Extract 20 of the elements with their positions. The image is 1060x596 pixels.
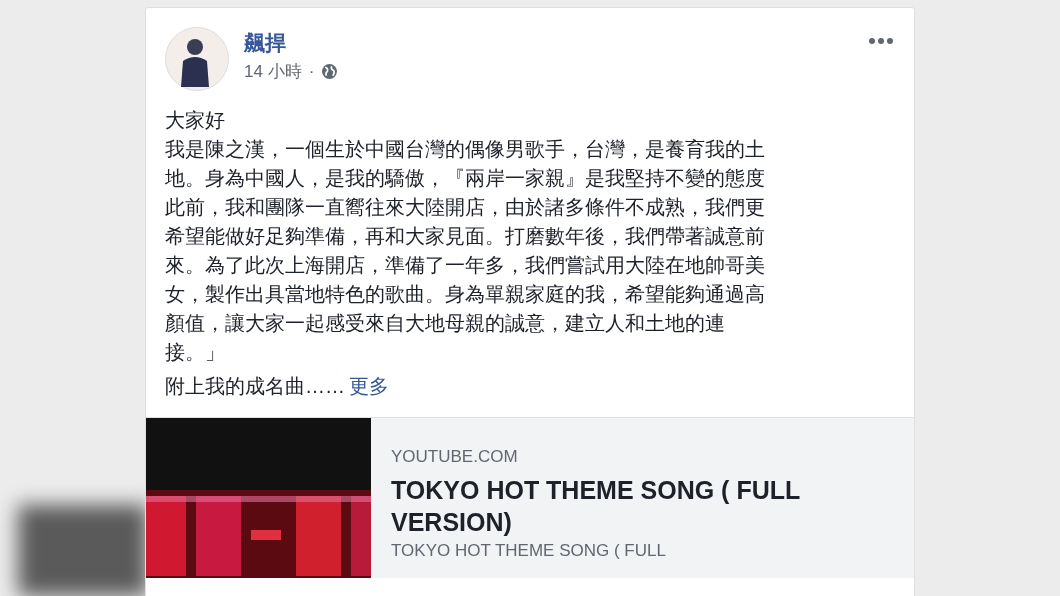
post-text-line: 希望能做好足夠準備，再和大家見面。打磨數年後，我們帶著誠意前 [165,224,766,249]
see-more-link[interactable]: 更多 [349,375,389,397]
globe-icon[interactable] [321,63,339,80]
link-title[interactable]: TOKYO HOT THEME SONG ( FULL VERSION) [391,474,894,538]
avatar [165,27,229,91]
post-text-line: 來。為了此次上海開店，準備了一年多，我們嘗試用大陸在地帥哥美 [165,253,766,278]
post-text-line: 女，製作出具當地特色的歌曲。身為單親家庭的我，希望能夠通過高 [165,282,766,307]
more-options-icon[interactable] [868,37,894,45]
post-text-line: 大家好 [165,108,226,133]
post-text-line: 地。身為中國人，是我的驕傲，『兩岸一家親』是我堅持不變的態度 [165,166,766,191]
post-time[interactable]: 14 小時 [244,60,302,83]
author-name[interactable]: 飆捍 [244,29,868,57]
link-domain: YOUTUBE.COM [391,446,519,468]
separator: · [308,61,315,82]
post-text-line: 附上我的成名曲…… [165,375,345,397]
post-text-line: 顏值，讓大家一起感受來自大地母親的誠意，建立人和土地的連 [165,311,726,336]
post-text-line: 接。」 [165,340,226,365]
link-description: TOKYO HOT THEME SONG ( FULL [391,540,667,562]
post-text-line: 我是陳之漢，一個生於中國台灣的偶像男歌手，台灣，是養育我的土 [165,137,766,162]
post-text-line: 此前，我和團隊一直嚮往來大陸開店，由於諸多條件不成熟，我們更 [165,195,766,220]
